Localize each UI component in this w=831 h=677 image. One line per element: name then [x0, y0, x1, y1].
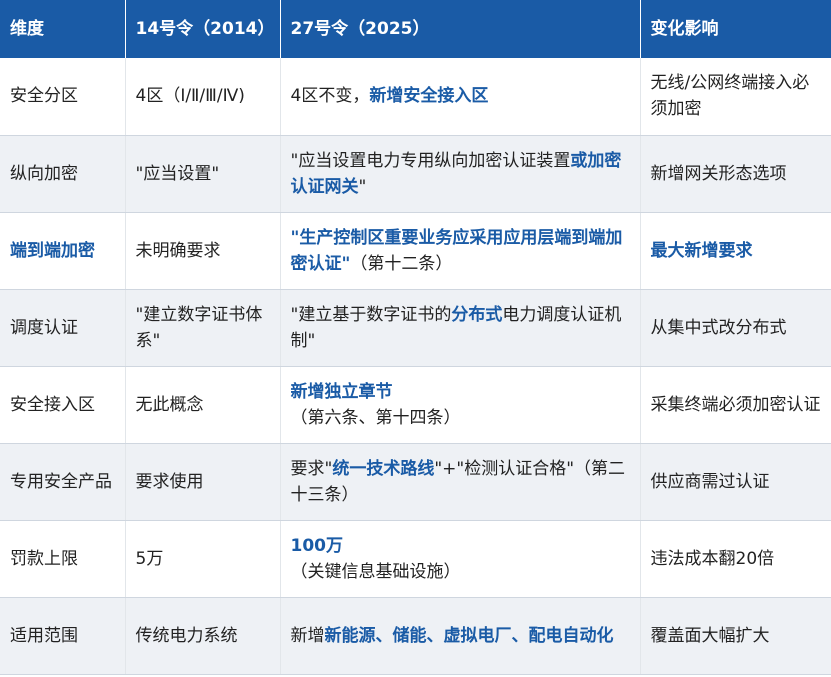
cell-impact: 最大新增要求 — [640, 212, 831, 290]
table-row: 安全接入区 无此概念 新增独立章节 （第六条、第十四条） 采集终端必须加密认证 — [0, 366, 831, 444]
header-order-27: 27号令（2025） — [280, 0, 641, 58]
table-row: 端到端加密 未明确要求 "生产控制区重要业务应采用应用层端到端加密认证"（第十二… — [0, 212, 831, 290]
cell-dimension: 安全接入区 — [0, 366, 126, 444]
cell-dimension: 罚款上限 — [0, 520, 126, 598]
new-highlight: 100万 — [290, 535, 344, 556]
header-order-14: 14号令（2014） — [125, 0, 281, 58]
new-text-post: （第十二条） — [350, 253, 453, 274]
cell-dimension: 适用范围 — [0, 597, 126, 675]
new-text-post: " — [358, 176, 367, 197]
new-text: 4区不变， — [290, 86, 370, 107]
cell-impact: 违法成本翻20倍 — [640, 520, 831, 598]
table-header-row: 维度 14号令（2014） 27号令（2025） 变化影响 — [0, 0, 831, 58]
new-highlight: 新增安全接入区 — [369, 86, 489, 107]
cell-dimension: 纵向加密 — [0, 135, 126, 213]
cell-old: "应当设置" — [125, 135, 281, 213]
cell-old: 4区（Ⅰ/Ⅱ/Ⅲ/Ⅳ) — [125, 58, 281, 136]
cell-impact: 供应商需过认证 — [640, 443, 831, 521]
table-row: 适用范围 传统电力系统 新增新能源、储能、虚拟电厂、配电自动化 覆盖面大幅扩大 — [0, 597, 831, 675]
cell-new: "生产控制区重要业务应采用应用层端到端加密认证"（第十二条） — [280, 212, 641, 290]
new-text: "应当设置电力专用纵向加密认证装置 — [290, 150, 571, 171]
new-highlight: "生产控制区重要业务应采用应用层端到端加密认证" — [290, 227, 623, 274]
new-highlight: 新增独立章节 — [290, 381, 393, 402]
comparison-table: 维度 14号令（2014） 27号令（2025） 变化影响 安全分区 4区（Ⅰ/… — [0, 0, 831, 675]
cell-impact: 从集中式改分布式 — [640, 289, 831, 367]
header-dimension: 维度 — [0, 0, 126, 58]
cell-old: "建立数字证书体系" — [125, 289, 281, 367]
new-text-line2: （第六条、第十四条） — [290, 407, 461, 428]
new-highlight: 统一技术路线 — [332, 458, 435, 479]
cell-new: 新增新能源、储能、虚拟电厂、配电自动化 — [280, 597, 641, 675]
cell-dimension: 安全分区 — [0, 58, 126, 136]
table-row: 罚款上限 5万 100万 （关键信息基础设施） 违法成本翻20倍 — [0, 520, 831, 598]
cell-new: 4区不变，新增安全接入区 — [280, 58, 641, 136]
cell-new: 新增独立章节 （第六条、第十四条） — [280, 366, 641, 444]
cell-new: "应当设置电力专用纵向加密认证装置或加密认证网关" — [280, 135, 641, 213]
new-text: "建立基于数字证书的 — [290, 304, 452, 325]
cell-old: 5万 — [125, 520, 281, 598]
cell-impact: 采集终端必须加密认证 — [640, 366, 831, 444]
new-highlight: 分布式 — [451, 304, 503, 325]
cell-new: 100万 （关键信息基础设施） — [280, 520, 641, 598]
header-impact: 变化影响 — [640, 0, 831, 58]
cell-old: 传统电力系统 — [125, 597, 281, 675]
new-text-line2: （关键信息基础设施） — [290, 561, 461, 582]
cell-impact: 无线/公网终端接入必须加密 — [640, 58, 831, 136]
new-highlight: 新能源、储能、虚拟电厂、配电自动化 — [324, 625, 614, 646]
table-row: 专用安全产品 要求使用 要求"统一技术路线"+"检测认证合格"（第二十三条） 供… — [0, 443, 831, 521]
table-row: 纵向加密 "应当设置" "应当设置电力专用纵向加密认证装置或加密认证网关" 新增… — [0, 135, 831, 213]
new-text: 新增 — [290, 625, 325, 646]
cell-dimension: 专用安全产品 — [0, 443, 126, 521]
cell-dimension: 调度认证 — [0, 289, 126, 367]
table-row: 调度认证 "建立数字证书体系" "建立基于数字证书的分布式电力调度认证机制" 从… — [0, 289, 831, 367]
cell-new: "建立基于数字证书的分布式电力调度认证机制" — [280, 289, 641, 367]
table-row: 安全分区 4区（Ⅰ/Ⅱ/Ⅲ/Ⅳ) 4区不变，新增安全接入区 无线/公网终端接入必… — [0, 58, 831, 136]
cell-impact: 新增网关形态选项 — [640, 135, 831, 213]
cell-impact: 覆盖面大幅扩大 — [640, 597, 831, 675]
cell-dimension: 端到端加密 — [0, 212, 126, 290]
cell-old: 无此概念 — [125, 366, 281, 444]
new-text: 要求" — [290, 458, 333, 479]
cell-old: 要求使用 — [125, 443, 281, 521]
cell-new: 要求"统一技术路线"+"检测认证合格"（第二十三条） — [280, 443, 641, 521]
cell-old: 未明确要求 — [125, 212, 281, 290]
